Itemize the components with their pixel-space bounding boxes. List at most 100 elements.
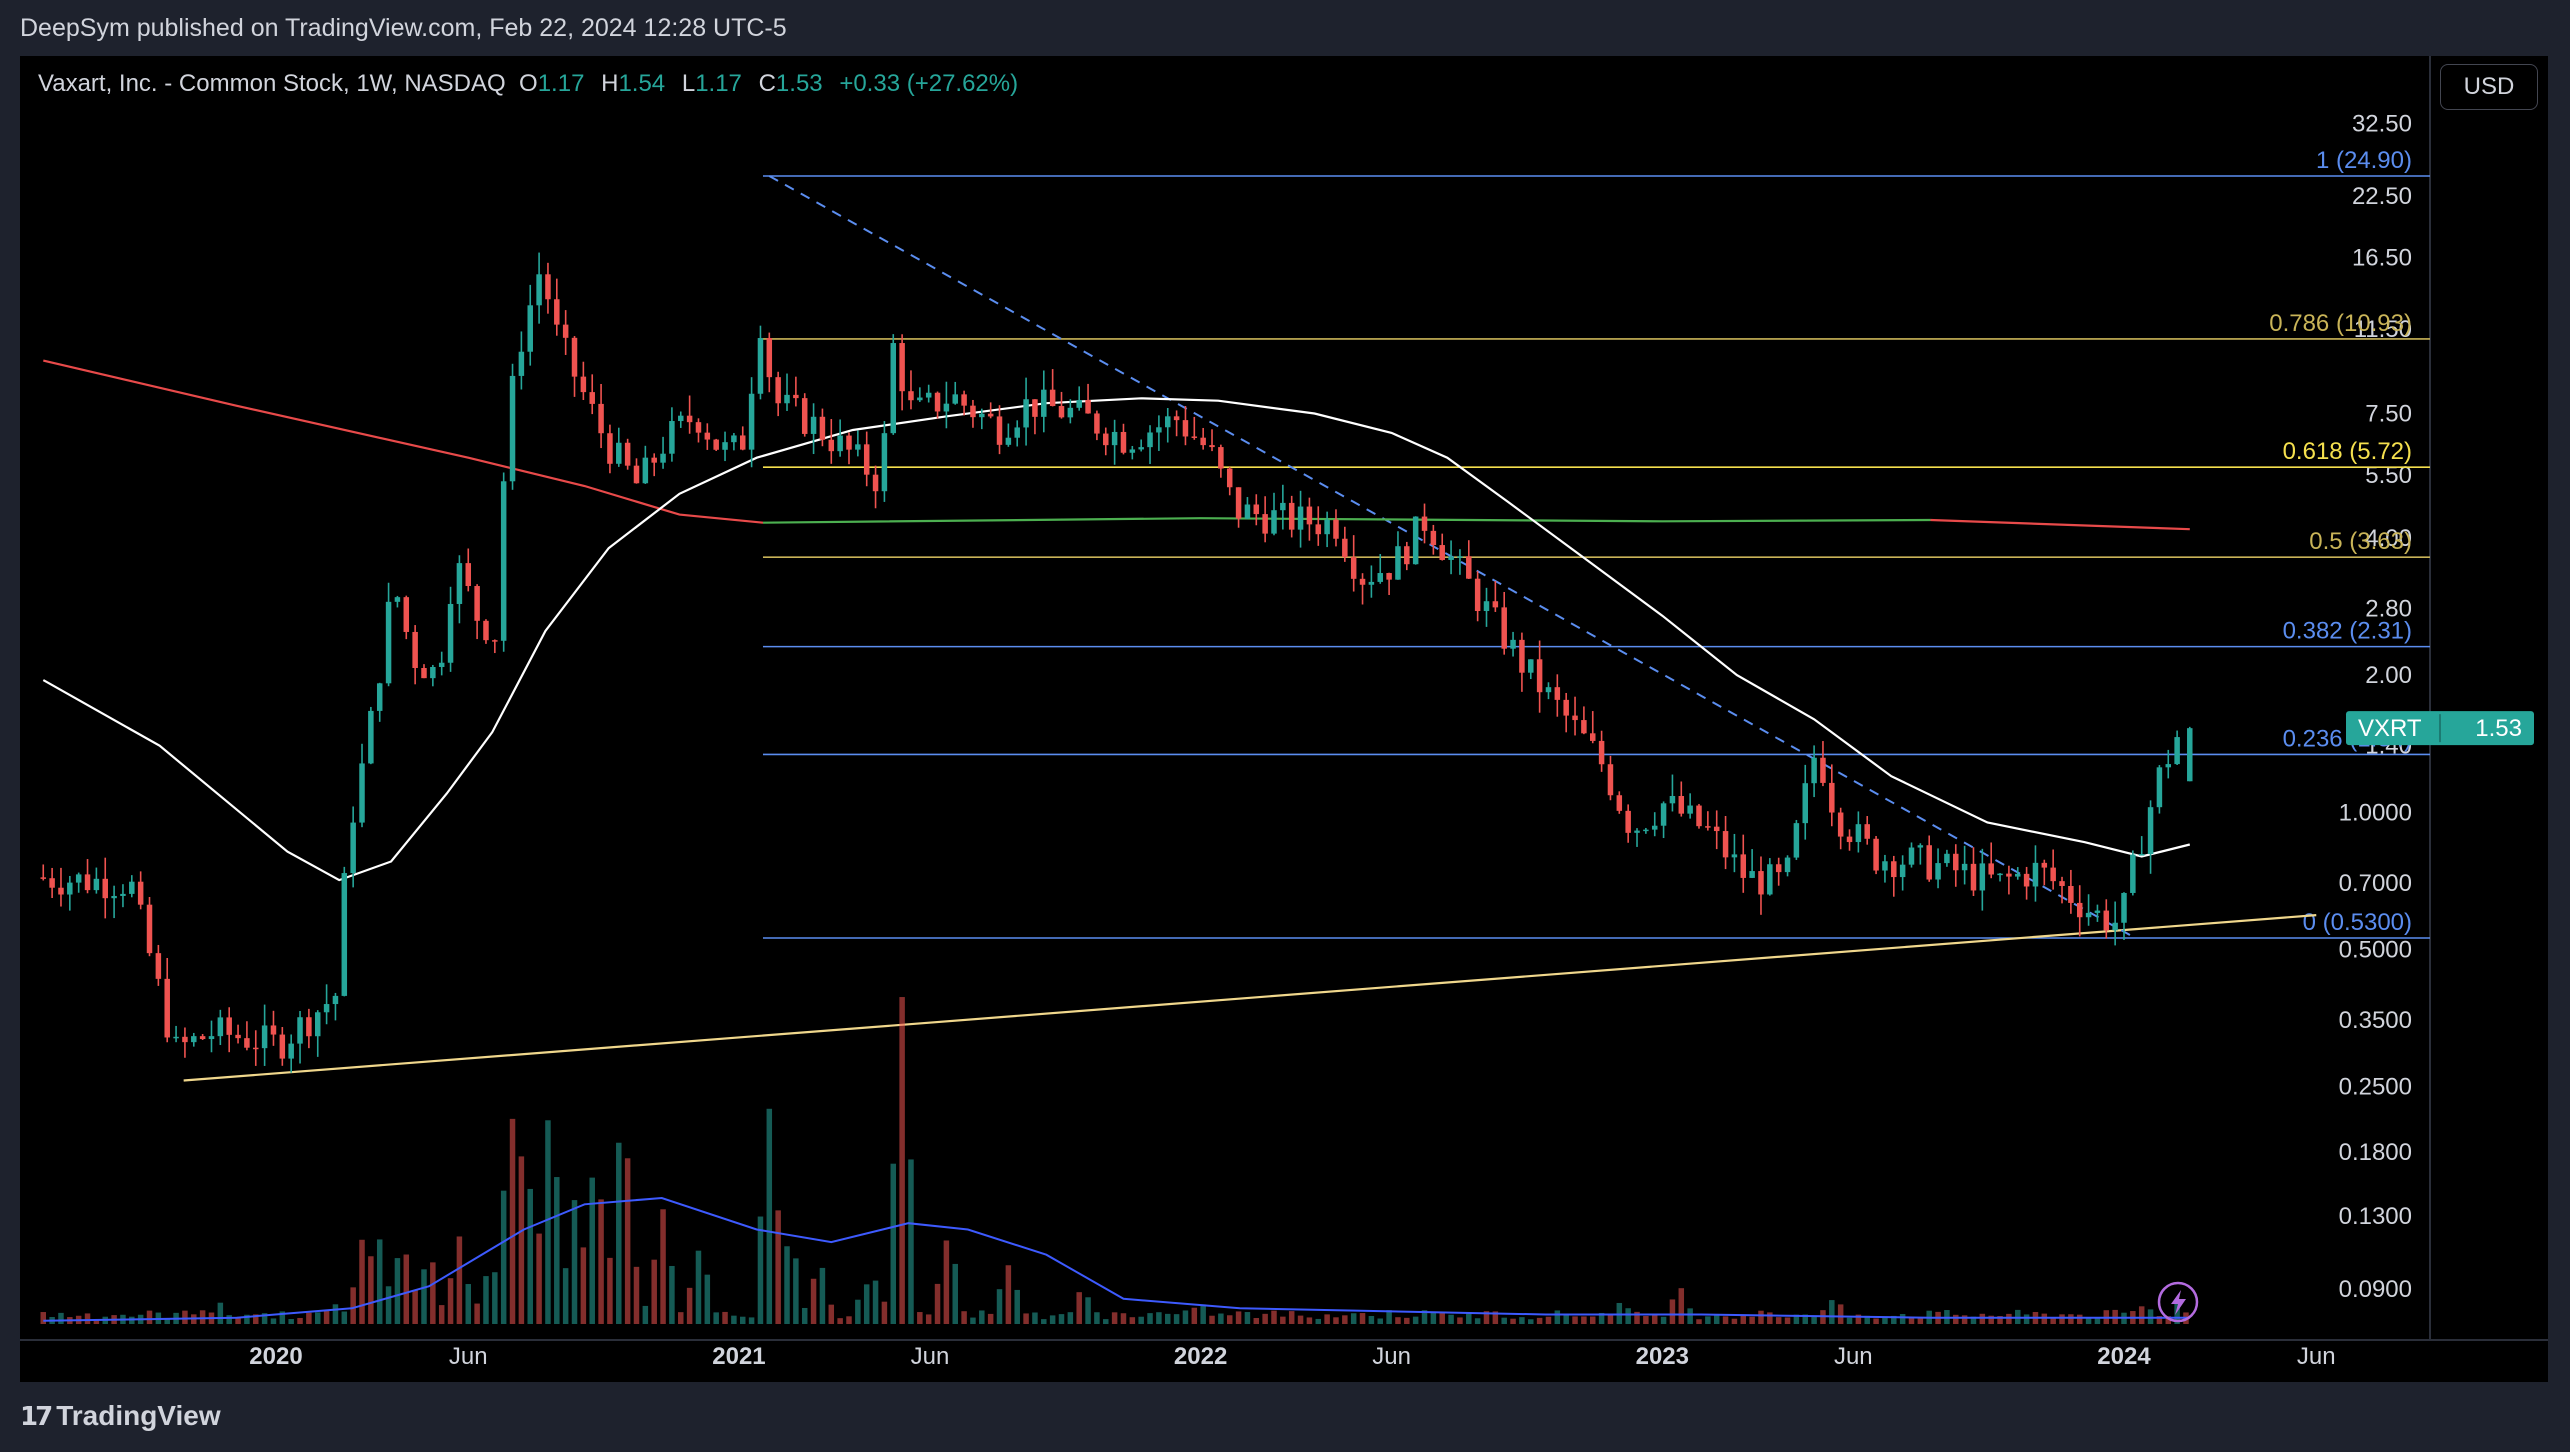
time-tick-label: 2023 (1636, 1343, 1689, 1370)
candle-body (518, 351, 525, 376)
volume-bar (1280, 1316, 1286, 1324)
volume-bar (607, 1257, 613, 1324)
volume-bar (554, 1177, 560, 1324)
tradingview-brand[interactable]: 𝟭𝟳 TradingView (20, 1400, 221, 1432)
volume-bar (217, 1302, 224, 1324)
candle-body (642, 457, 649, 484)
candle-body (2059, 881, 2065, 886)
volume-bar (1103, 1319, 1109, 1324)
price-tag-value: 1.53 (2475, 715, 2522, 742)
candle-body (253, 1047, 259, 1050)
candle-body (2147, 807, 2154, 855)
candle-body (1758, 871, 1764, 895)
volume-bar (1368, 1315, 1375, 1324)
time-tick-label: 2020 (249, 1343, 302, 1370)
candle-body (616, 442, 622, 464)
volume-bar (837, 1318, 843, 1324)
candle-body (863, 444, 870, 475)
volume-bar (323, 1310, 330, 1324)
volume-bar (385, 1286, 392, 1324)
volume-bar (1439, 1312, 1445, 1324)
candle-body (1722, 831, 1729, 858)
volume-bar (314, 1312, 321, 1324)
candle-body (500, 481, 507, 641)
candle-body (1519, 639, 1525, 673)
candle-body (1076, 400, 1082, 408)
candle-body (1979, 863, 1986, 891)
volume-bar (1262, 1313, 1268, 1324)
price-chart[interactable]: 32.5022.5016.5011.507.505.504.002.802.00… (0, 0, 2570, 1452)
candle-body (1793, 823, 1800, 858)
candle-body (1961, 863, 1968, 871)
candle-body (2050, 867, 2056, 882)
volume-bar (1687, 1308, 1693, 1324)
low-value: 1.17 (695, 70, 742, 97)
volume-bar (1625, 1308, 1631, 1324)
candle-body (394, 597, 401, 602)
volume-bar (412, 1290, 418, 1324)
candle-body (1094, 413, 1100, 434)
candle-body (102, 878, 108, 899)
candle-body (1350, 557, 1357, 579)
candle-body (191, 1036, 197, 1043)
candle-body (1359, 578, 1366, 585)
volume-bar (1563, 1315, 1569, 1324)
candle-body (713, 439, 719, 450)
candle-body (943, 403, 950, 412)
volume-bar (651, 1259, 657, 1324)
volume-bar (2076, 1314, 2083, 1324)
candle-body (2015, 873, 2021, 877)
candle-body (624, 442, 631, 466)
volume-bar (1616, 1302, 1623, 1324)
candle-body (695, 422, 702, 433)
volume-bar (2094, 1318, 2101, 1324)
candle-body (2103, 910, 2110, 931)
volume-bar (1191, 1307, 1198, 1324)
ma-white-line (42, 397, 2191, 882)
volume-bar (1811, 1316, 1817, 1324)
volume-bar (1457, 1317, 1463, 1324)
volume-bar (1165, 1313, 1171, 1324)
volume-bar (996, 1289, 1003, 1324)
volume-bar (1669, 1299, 1676, 1324)
volume-bar (1767, 1312, 1773, 1324)
volume-bar (447, 1278, 454, 1324)
candle-body (261, 1025, 268, 1049)
candle-body (2165, 764, 2172, 768)
candle-body (421, 668, 427, 679)
volume-bar (403, 1254, 410, 1324)
candle-body (2041, 862, 2048, 868)
candle-body (651, 457, 657, 463)
price-tick-label: 0.3500 (2339, 1007, 2412, 1034)
candle-body (917, 397, 923, 401)
time-tick-label: 2024 (2097, 1343, 2151, 1370)
candle-body (2156, 767, 2163, 808)
candle-body (217, 1017, 224, 1037)
candle-body (376, 683, 383, 711)
currency-button[interactable]: USD (2440, 64, 2538, 110)
volume-bar (2006, 1313, 2012, 1324)
candle-body (837, 435, 843, 452)
volume-bar (1244, 1312, 1251, 1324)
price-tick-label: 0.1800 (2339, 1139, 2412, 1166)
candle-body (2121, 892, 2127, 923)
volume-bar (1554, 1310, 1561, 1324)
volume-bar (642, 1305, 649, 1324)
candle-body (1997, 873, 2003, 876)
volume-bar (934, 1283, 941, 1324)
volume-bar (1643, 1315, 1649, 1324)
volume-bar (1474, 1318, 1481, 1324)
candle-body (669, 421, 675, 454)
volume-bar (492, 1272, 498, 1324)
candle-body (465, 563, 472, 587)
candle-body (1545, 687, 1552, 693)
candle-body (2032, 862, 2039, 887)
ma-red-line-recent (1930, 518, 2190, 531)
candle-body (2006, 873, 2012, 877)
volume-bar (633, 1266, 640, 1324)
volume-bar (536, 1233, 542, 1324)
candle-body (846, 435, 852, 450)
candle-body (111, 895, 117, 899)
volume-bar (722, 1311, 728, 1324)
candle-body (801, 398, 808, 434)
